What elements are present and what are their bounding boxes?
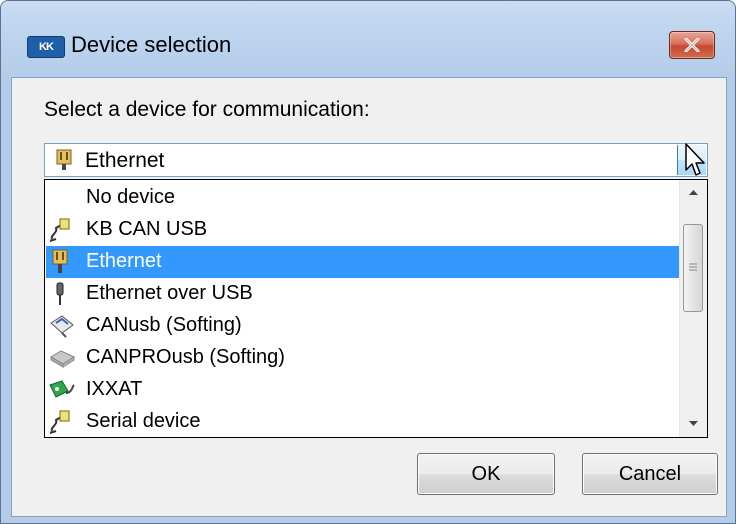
device-dropdown-list[interactable]: No device KB CAN USB Ethernet Ethernet o…	[44, 179, 708, 438]
list-item-label: Ethernet over USB	[86, 282, 253, 304]
ethernet-plug-icon	[48, 249, 72, 280]
list-item-label: KB CAN USB	[86, 218, 208, 240]
arrow-up-icon	[689, 190, 698, 195]
list-item-label: IXXAT	[86, 378, 143, 400]
usb-stick-grey-icon	[48, 345, 76, 376]
list-item-label: Serial device	[86, 410, 201, 432]
combobox-value: Ethernet	[85, 149, 165, 172]
serial-cable-icon	[48, 217, 72, 248]
dialog-content: Select a device for communication: Ether…	[11, 77, 727, 517]
serial-cable-icon	[48, 409, 72, 437]
scroll-down-button[interactable]	[680, 411, 707, 437]
list-item-ethernet[interactable]: Ethernet	[46, 246, 680, 278]
mouse-pointer-icon	[685, 143, 705, 176]
list-scrollbar[interactable]	[679, 180, 707, 437]
list-item-label: CANusb (Softing)	[86, 314, 242, 336]
scroll-up-button[interactable]	[680, 180, 707, 206]
device-selection-dialog: KK Device selection Select a device for …	[0, 0, 736, 524]
ixxat-adapter-icon	[48, 377, 76, 408]
device-combobox[interactable]: Ethernet	[44, 143, 708, 177]
ok-button[interactable]: OK	[417, 453, 555, 495]
ethernet-plug-icon	[55, 149, 73, 176]
list-item-canusb-softing[interactable]: CANusb (Softing)	[46, 310, 680, 342]
list-item-label: CANPROusb (Softing)	[86, 346, 285, 368]
list-item-ethernet-over-usb[interactable]: Ethernet over USB	[46, 278, 680, 310]
usb-plug-icon	[48, 281, 72, 312]
close-button[interactable]	[669, 31, 715, 59]
grip-icon	[689, 263, 697, 271]
usb-stick-icon	[48, 313, 76, 344]
cancel-button[interactable]: Cancel	[582, 453, 718, 495]
close-icon	[684, 38, 700, 52]
title-bar[interactable]: KK Device selection	[1, 1, 735, 85]
list-item-serial-device[interactable]: Serial device	[46, 406, 680, 437]
list-item-canprousb-softing[interactable]: CANPROusb (Softing)	[46, 342, 680, 374]
list-item-kb-can-usb[interactable]: KB CAN USB	[46, 214, 680, 246]
list-item-no-device[interactable]: No device	[46, 182, 680, 214]
list-item-label: Ethernet	[86, 250, 162, 272]
window-title: Device selection	[71, 32, 232, 57]
scroll-thumb[interactable]	[683, 224, 703, 312]
app-logo-icon: KK	[27, 36, 65, 58]
prompt-label: Select a device for communication:	[44, 98, 370, 121]
arrow-down-icon	[689, 421, 698, 426]
list-item-ixxat[interactable]: IXXAT	[46, 374, 680, 406]
list-item-label: No device	[86, 186, 175, 208]
